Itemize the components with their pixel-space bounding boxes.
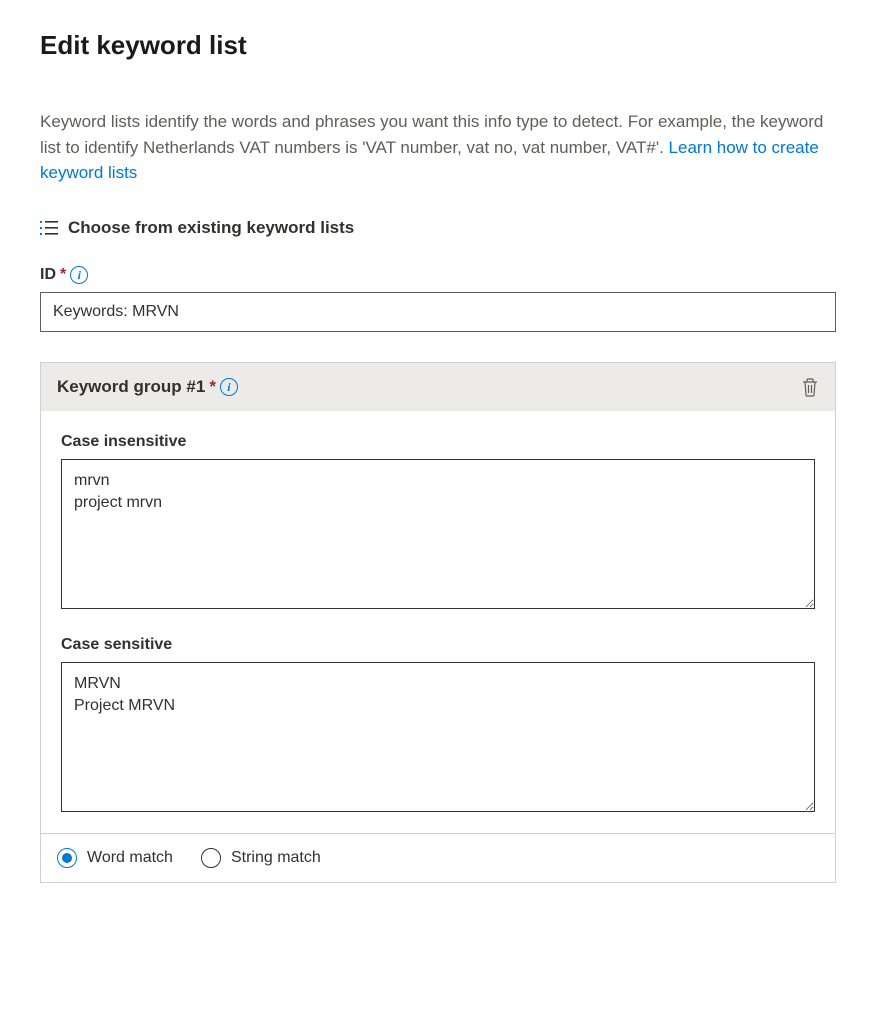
word-match-label: Word match bbox=[87, 849, 173, 867]
choose-existing-label: Choose from existing keyword lists bbox=[68, 218, 354, 238]
list-icon bbox=[40, 220, 58, 236]
case-sensitive-input[interactable] bbox=[61, 662, 815, 812]
case-insensitive-input[interactable] bbox=[61, 459, 815, 609]
case-insensitive-label: Case insensitive bbox=[61, 433, 815, 451]
string-match-label: String match bbox=[231, 849, 321, 867]
info-icon[interactable]: i bbox=[220, 378, 238, 396]
match-options-row: Word match String match bbox=[41, 833, 835, 882]
keyword-group-header: Keyword group #1 * i bbox=[41, 363, 835, 411]
description-text: Keyword lists identify the words and phr… bbox=[40, 109, 836, 186]
string-match-radio[interactable]: String match bbox=[201, 848, 321, 868]
required-marker: * bbox=[209, 377, 216, 397]
keyword-group-title: Keyword group #1 bbox=[57, 377, 205, 397]
required-marker: * bbox=[60, 266, 66, 284]
keyword-group-panel: Keyword group #1 * i Case insensitive Ca… bbox=[40, 362, 836, 883]
choose-existing-button[interactable]: Choose from existing keyword lists bbox=[40, 218, 836, 238]
case-sensitive-label: Case sensitive bbox=[61, 636, 815, 654]
page-title: Edit keyword list bbox=[40, 30, 836, 61]
id-label-text: ID bbox=[40, 266, 56, 284]
radio-circle bbox=[57, 848, 77, 868]
id-field-label: ID * i bbox=[40, 266, 836, 284]
id-input[interactable] bbox=[40, 292, 836, 332]
info-icon[interactable]: i bbox=[70, 266, 88, 284]
radio-circle bbox=[201, 848, 221, 868]
delete-group-button[interactable] bbox=[801, 377, 819, 397]
word-match-radio[interactable]: Word match bbox=[57, 848, 173, 868]
